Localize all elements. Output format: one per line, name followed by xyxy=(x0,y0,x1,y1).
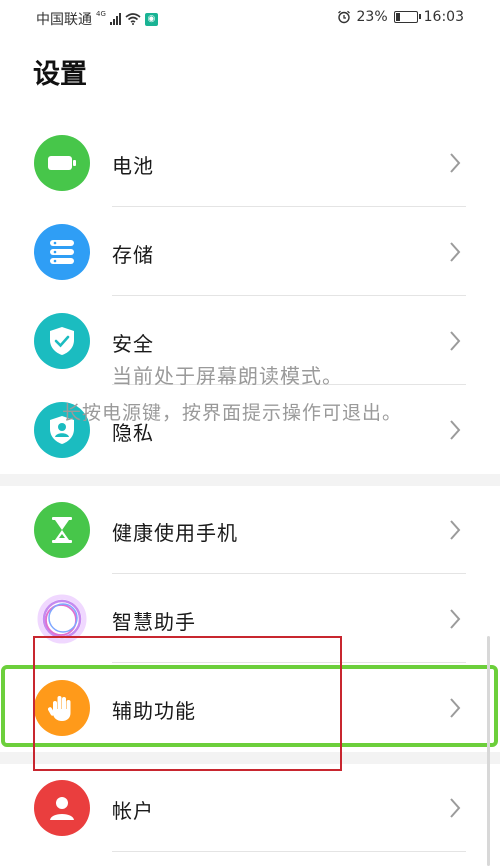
battery-percent: 23% xyxy=(356,9,388,25)
settings-item-battery[interactable]: 电池 xyxy=(0,119,500,207)
divider xyxy=(112,295,466,296)
annotation-box xyxy=(33,636,342,771)
section-divider xyxy=(0,474,500,486)
settings-item-label: 安全 xyxy=(112,332,154,356)
settings-item-label: 存储 xyxy=(112,243,154,267)
settings-item-account[interactable]: 帐户 xyxy=(0,764,500,852)
chevron-right-icon xyxy=(450,153,461,173)
clock-time: 16:03 xyxy=(423,9,464,25)
scrollbar[interactable] xyxy=(487,636,490,866)
settings-item-label: 健康使用手机 xyxy=(112,521,238,545)
screen-reader-exit-hint: 长按电源键，按界面提示操作可退出。 xyxy=(62,402,403,424)
network-type: 4G xyxy=(96,10,106,18)
divider xyxy=(112,573,466,574)
settings-item-label: 电池 xyxy=(112,154,154,178)
battery-icon xyxy=(34,135,90,191)
shield-check-icon xyxy=(34,313,90,369)
account-icon xyxy=(34,780,90,836)
status-right: 23% 16:03 xyxy=(337,9,464,25)
storage-icon xyxy=(34,224,90,280)
chevron-right-icon xyxy=(450,242,461,262)
divider xyxy=(112,206,466,207)
alarm-clock-icon xyxy=(337,10,350,24)
status-left: 中国联通 4G ◉ xyxy=(36,9,158,29)
screen-reader-notice: 当前处于屏幕朗读模式。 xyxy=(112,364,343,388)
battery-status-icon xyxy=(393,11,421,23)
settings-item-digital-balance[interactable]: 健康使用手机 xyxy=(0,486,500,574)
carrier-label: 中国联通 xyxy=(36,12,92,28)
wifi-icon xyxy=(125,13,141,25)
chevron-right-icon xyxy=(450,798,461,818)
settings-item-label: 智慧助手 xyxy=(112,610,196,634)
status-bar: 中国联通 4G ◉ 23% 16:03 xyxy=(0,0,500,34)
hourglass-icon xyxy=(34,502,90,558)
signal-icon xyxy=(109,13,121,25)
app-notification-icon: ◉ xyxy=(144,12,158,26)
chevron-right-icon xyxy=(450,420,461,440)
settings-item-storage[interactable]: 存储 xyxy=(0,208,500,296)
chevron-right-icon xyxy=(450,331,461,351)
divider xyxy=(112,851,466,852)
chevron-right-icon xyxy=(450,609,461,629)
page-title: 设置 xyxy=(33,59,87,90)
settings-item-label: 帐户 xyxy=(112,799,154,823)
chevron-right-icon xyxy=(450,520,461,540)
